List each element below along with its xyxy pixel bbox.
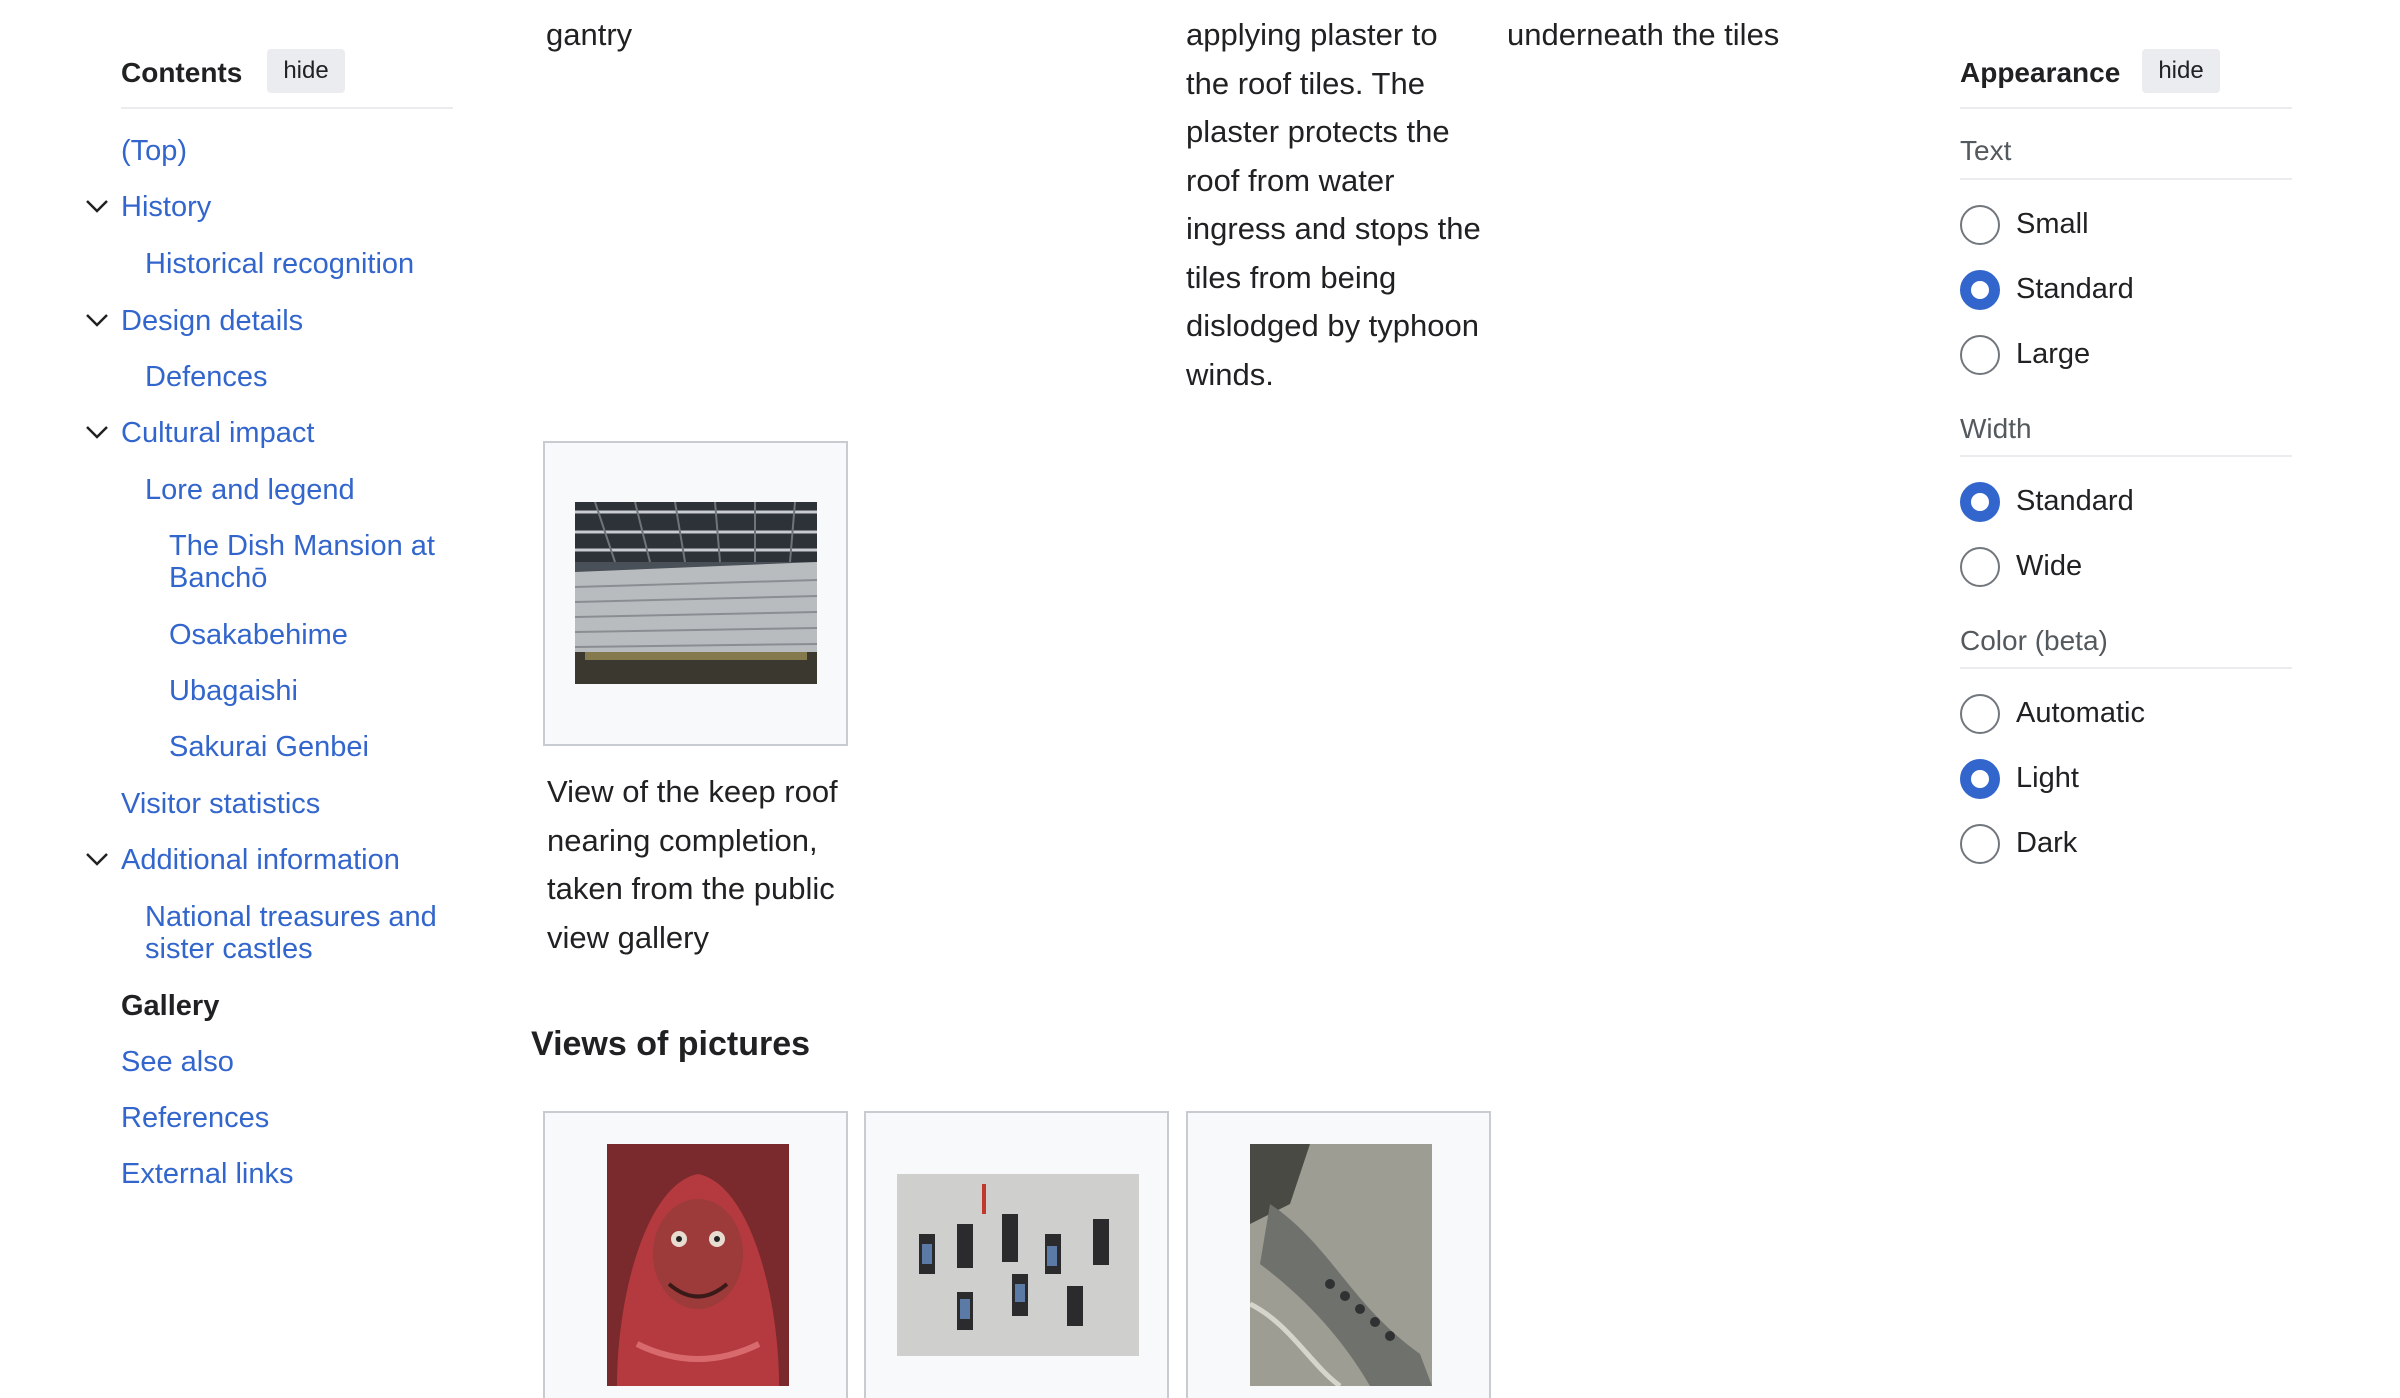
caption-line: the roof tiles. The	[1186, 65, 1425, 101]
toc-item-sakurai-genbei[interactable]: Sakurai Genbei	[169, 731, 369, 763]
caption-line: roof from water	[1186, 162, 1395, 198]
caption-line: plaster protects the	[1186, 114, 1450, 149]
chevron-down-icon[interactable]	[83, 306, 111, 334]
toc-item-national-treasures[interactable]: National treasures and sister castles	[145, 901, 450, 965]
chevron-down-icon[interactable]	[83, 845, 111, 873]
radio-label: Standard	[2016, 485, 2134, 517]
caption-line: ingress and stops the	[1186, 211, 1481, 246]
appearance-header: Appearance hide	[1960, 49, 2292, 109]
toc-item-references[interactable]: References	[121, 1102, 269, 1134]
caption-line: nearing completion,	[547, 822, 818, 858]
divider	[1960, 455, 2292, 457]
gallery-thumbnail-frame	[864, 1111, 1169, 1398]
radio-button-selected[interactable]	[1960, 482, 2000, 522]
radio-label: Wide	[2016, 550, 2083, 582]
daruma-painting[interactable]	[607, 1144, 789, 1386]
toc-item-lore-and-legend[interactable]: Lore and legend	[145, 474, 355, 506]
caption-line: view gallery	[547, 919, 709, 955]
width-label: Width	[1960, 413, 2032, 444]
gallery-caption-fragment: gantry	[546, 17, 633, 52]
chevron-down-icon[interactable]	[83, 192, 111, 220]
caption-line: tiles from being	[1186, 259, 1397, 295]
toc-item-external-links[interactable]: External links	[121, 1158, 293, 1190]
radio-label: Dark	[2016, 827, 2078, 859]
keep-roof-caption: View of the keep roof nearing completion…	[547, 768, 857, 962]
toc-item-ubagaishi[interactable]: Ubagaishi	[169, 675, 298, 707]
radio-color-dark[interactable]: Dark	[1960, 822, 2292, 866]
radio-color-automatic[interactable]: Automatic	[1960, 692, 2292, 736]
divider	[1960, 667, 2292, 669]
carp-painting[interactable]	[1250, 1144, 1432, 1386]
toc-item-top[interactable]: (Top)	[121, 135, 187, 167]
appearance-hide-button[interactable]: hide	[2142, 49, 2220, 93]
radio-button-selected[interactable]	[1960, 759, 2000, 799]
toc-item-history[interactable]: History	[121, 191, 211, 223]
radio-label: Automatic	[2016, 697, 2145, 729]
radio-label: Light	[2016, 762, 2079, 794]
toc-title: Contents	[121, 57, 243, 88]
gallery-thumbnail-frame	[543, 1111, 848, 1398]
toc-item-defences[interactable]: Defences	[145, 361, 268, 393]
toc-item-visitor-statistics[interactable]: Visitor statistics	[121, 788, 320, 820]
toc-item-cultural-impact[interactable]: Cultural impact	[121, 417, 314, 449]
radio-text-standard[interactable]: Standard	[1960, 268, 2292, 312]
radio-button-selected[interactable]	[1960, 270, 2000, 310]
appearance-title: Appearance	[1960, 57, 2121, 88]
toc-item-design-details[interactable]: Design details	[121, 305, 303, 337]
radio-label: Small	[2016, 208, 2089, 240]
toc-hide-button[interactable]: hide	[267, 49, 345, 93]
caption-line: dislodged by typhoon	[1186, 308, 1480, 343]
divider	[1960, 178, 2292, 180]
toc-item-additional-information[interactable]: Additional information	[121, 844, 400, 876]
radio-width-standard[interactable]: Standard	[1960, 480, 2292, 524]
radio-label: Standard	[2016, 273, 2134, 305]
toc-header: Contents hide	[121, 49, 453, 109]
radio-button[interactable]	[1960, 547, 2000, 587]
radio-text-large[interactable]: Large	[1960, 333, 2292, 377]
radio-width-wide[interactable]: Wide	[1960, 545, 2292, 589]
radio-text-small[interactable]: Small	[1960, 203, 2292, 247]
gallery-thumbnail-frame	[1186, 1111, 1491, 1398]
gallery-caption-underneath: underneath the tiles	[1507, 17, 1780, 52]
caption-line: View of the keep roof	[547, 774, 838, 809]
toc-item-gallery[interactable]: Gallery	[121, 990, 219, 1022]
keep-roof-photo[interactable]	[575, 502, 817, 684]
radio-button[interactable]	[1960, 824, 2000, 864]
caption-line: taken from the public	[547, 871, 835, 906]
text-size-label: Text	[1960, 135, 2012, 166]
caption-line: winds.	[1186, 356, 1274, 392]
toc-item-see-also[interactable]: See also	[121, 1046, 234, 1078]
chevron-down-icon[interactable]	[83, 418, 111, 446]
color-label: Color (beta)	[1960, 625, 2108, 656]
radio-button[interactable]	[1960, 205, 2000, 245]
procession-painting[interactable]	[897, 1174, 1139, 1356]
radio-color-light[interactable]: Light	[1960, 757, 2292, 801]
toc-item-historical-recognition[interactable]: Historical recognition	[145, 248, 414, 280]
radio-button[interactable]	[1960, 335, 2000, 375]
radio-label: Large	[2016, 338, 2091, 370]
gallery-thumbnail-frame	[543, 441, 848, 746]
toc-item-dish-mansion[interactable]: The Dish Mansion at Banchō	[169, 530, 449, 594]
caption-line: applying plaster to	[1186, 17, 1438, 52]
section-heading-views-of-pictures: Views of pictures	[531, 1025, 811, 1063]
radio-button[interactable]	[1960, 694, 2000, 734]
toc-item-osakabehime[interactable]: Osakabehime	[169, 619, 348, 651]
gallery-caption-plaster: applying plaster to the roof tiles. The …	[1186, 11, 1486, 399]
